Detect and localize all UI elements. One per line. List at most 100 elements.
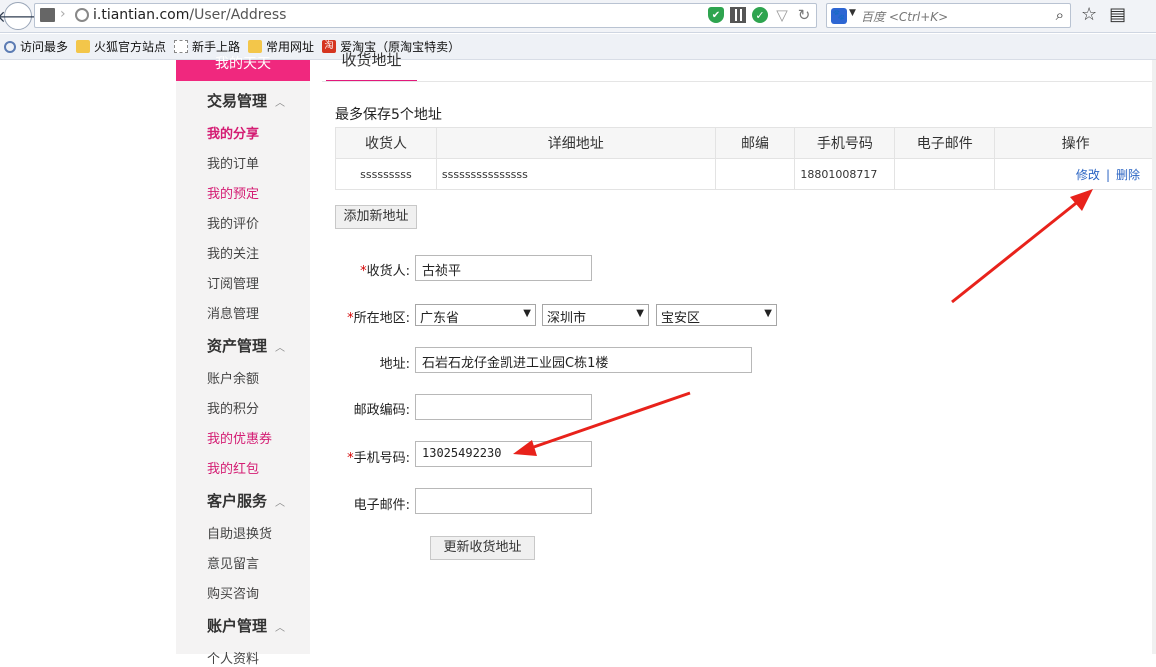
main-content: 收货地址 最多保存5个地址 收货人 详细地址 邮编 手机号码 电子邮件 操作 s… xyxy=(322,60,1156,654)
sidebar-item-my-orders[interactable]: 我的订单 xyxy=(207,153,259,172)
sidebar-item-feedback[interactable]: 意见留言 xyxy=(207,553,259,572)
sidebar-section-service[interactable]: 客户服务 ︿ xyxy=(207,490,285,511)
update-address-button[interactable]: 更新收货地址 xyxy=(430,536,535,560)
bookmark-label: 新手上路 xyxy=(192,38,240,55)
receiver-input[interactable]: 古祯平 xyxy=(415,255,592,281)
search-placeholder: 百度 <Ctrl+K> xyxy=(861,8,948,25)
most-visited-icon xyxy=(4,41,16,53)
address-input[interactable]: 石岩石龙仔金凯进工业园C栋1楼 xyxy=(415,347,752,373)
section-title: 账户管理 xyxy=(207,617,267,635)
check-icon[interactable]: ✓ xyxy=(752,7,768,23)
sidebar-item-coupons[interactable]: 我的优惠券 xyxy=(207,428,272,447)
engine-dropdown-icon[interactable]: ▼ xyxy=(849,8,856,18)
sidebar-item-balance[interactable]: 账户余额 xyxy=(207,368,259,387)
edit-link[interactable]: 修改 xyxy=(1076,168,1100,182)
search-icon[interactable]: ⌕ xyxy=(1056,6,1064,24)
sidebar-my-tiantian[interactable]: 我的天天 xyxy=(176,60,310,81)
district-value: 宝安区 xyxy=(661,311,700,326)
sidebar-item-my-reviews[interactable]: 我的评价 xyxy=(207,213,259,232)
bookmark-getting-started[interactable]: 新手上路 xyxy=(174,38,240,55)
phone-input[interactable]: 13025492230 xyxy=(415,441,592,467)
section-title: 客户服务 xyxy=(207,492,267,510)
action-separator: | xyxy=(1106,168,1110,182)
url-host: i.tiantian.com xyxy=(93,7,189,23)
address-bar[interactable]: › i.tiantian.com/User/Address ✔ ✓ ▽ ↻ xyxy=(34,3,817,28)
cell-address: sssssssssssssss xyxy=(436,159,715,190)
sidebar-item-messages[interactable]: 消息管理 xyxy=(207,303,259,322)
sidebar-section-assets[interactable]: 资产管理︿ xyxy=(207,335,285,356)
chevron-down-icon[interactable]: ▽ xyxy=(774,7,790,23)
dropdown-arrow-icon: ▼ xyxy=(764,308,772,319)
table-header-row: 收货人 详细地址 邮编 手机号码 电子邮件 操作 xyxy=(336,128,1156,159)
city-value: 深圳市 xyxy=(547,311,586,326)
chevron-right-icon: › xyxy=(60,6,66,22)
col-header-address: 详细地址 xyxy=(436,128,715,159)
url-path: /User/Address xyxy=(189,7,286,23)
baidu-paw-icon[interactable]: 🐾 xyxy=(831,8,847,24)
sidebar-item-my-shares[interactable]: 我的分享 xyxy=(207,123,259,142)
zip-input[interactable] xyxy=(415,394,592,420)
sidebar-item-inquiry[interactable]: 购买咨询 xyxy=(207,583,259,602)
district-select[interactable]: 宝安区 ▼ xyxy=(656,304,777,326)
browser-toolbar: 🡐 › i.tiantian.com/User/Address ✔ ✓ ▽ ↻ … xyxy=(0,0,1156,33)
region-label: *所在地区: xyxy=(325,307,410,326)
sidebar-item-profile[interactable]: 个人资料 xyxy=(207,648,259,667)
dropdown-arrow-icon: ▼ xyxy=(523,308,531,319)
tab-shipping-address[interactable]: 收货地址 xyxy=(326,50,417,82)
sidebar: 我的天天 交易管理︿ 我的分享 我的订单 我的预定 我的评价 我的关注 订阅管理… xyxy=(176,60,310,654)
col-header-phone: 手机号码 xyxy=(795,128,895,159)
zip-label: 邮政编码: xyxy=(325,399,410,418)
bookmarks-menu-icon[interactable]: ▤ xyxy=(1109,4,1126,25)
sidebar-item-my-reservations[interactable]: 我的预定 xyxy=(207,183,259,202)
sidebar-item-red-packets[interactable]: 我的红包 xyxy=(207,458,259,477)
cell-phone: 18801008717 xyxy=(795,159,895,190)
tab-groups-icon[interactable] xyxy=(40,8,55,22)
col-header-actions: 操作 xyxy=(995,128,1156,159)
chevron-up-icon: ︿ xyxy=(275,98,285,109)
province-select[interactable]: 广东省▼ xyxy=(415,304,536,326)
bookmark-most-visited[interactable]: 访问最多 xyxy=(4,38,68,55)
refresh-icon[interactable]: ↻ xyxy=(796,7,812,23)
address-table: 收货人 详细地址 邮编 手机号码 电子邮件 操作 sssssssss sssss… xyxy=(335,127,1156,190)
receiver-label: *收货人: xyxy=(325,260,410,279)
address-label: 地址: xyxy=(325,353,410,372)
col-header-receiver: 收货人 xyxy=(336,128,437,159)
dropdown-arrow-icon: ▼ xyxy=(636,308,644,319)
bookmark-common-sites[interactable]: 常用网址 xyxy=(248,38,314,55)
scrollbar[interactable] xyxy=(1152,60,1156,654)
label-text: 收货人: xyxy=(367,264,410,279)
qr-code-icon[interactable] xyxy=(730,7,746,23)
email-label: 电子邮件: xyxy=(325,494,410,513)
col-header-email: 电子邮件 xyxy=(895,128,995,159)
shield-icon[interactable]: ✔ xyxy=(708,7,724,23)
page-icon xyxy=(174,40,188,53)
bookmark-star-icon[interactable]: ☆ xyxy=(1081,4,1097,25)
sidebar-section-account[interactable]: 账户管理︿ xyxy=(207,615,285,636)
sidebar-item-my-follows[interactable]: 我的关注 xyxy=(207,243,259,262)
label-text: 所在地区: xyxy=(354,311,410,326)
chevron-up-icon: ︿ xyxy=(275,498,285,509)
search-bar[interactable]: 🐾 ▼ 百度 <Ctrl+K> ⌕ xyxy=(826,3,1071,28)
sidebar-item-subscriptions[interactable]: 订阅管理 xyxy=(207,273,259,292)
email-input[interactable] xyxy=(415,488,592,514)
sidebar-item-points[interactable]: 我的积分 xyxy=(207,398,259,417)
cell-zip xyxy=(715,159,795,190)
back-button[interactable]: 🡐 xyxy=(4,2,32,30)
folder-icon xyxy=(248,40,262,53)
col-header-zip: 邮编 xyxy=(715,128,795,159)
cell-receiver: sssssssss xyxy=(336,159,437,190)
cell-email xyxy=(895,159,995,190)
max-address-note: 最多保存5个地址 xyxy=(335,104,442,124)
bookmark-label: 常用网址 xyxy=(266,38,314,55)
url-text[interactable]: i.tiantian.com/User/Address xyxy=(93,7,286,23)
city-select[interactable]: 深圳市 ▼ xyxy=(542,304,649,326)
cell-actions: 修改 | 删除 xyxy=(995,159,1156,190)
delete-link[interactable]: 删除 xyxy=(1116,168,1140,182)
sidebar-section-trade[interactable]: 交易管理︿ xyxy=(207,90,285,111)
add-address-button[interactable]: 添加新地址 xyxy=(335,205,417,229)
sidebar-item-returns[interactable]: 自助退换货 xyxy=(207,523,272,542)
bookmark-label: 火狐官方站点 xyxy=(94,38,166,55)
globe-icon[interactable] xyxy=(75,8,89,22)
chevron-up-icon: ︿ xyxy=(275,343,285,354)
bookmark-firefox-site[interactable]: 火狐官方站点 xyxy=(76,38,166,55)
